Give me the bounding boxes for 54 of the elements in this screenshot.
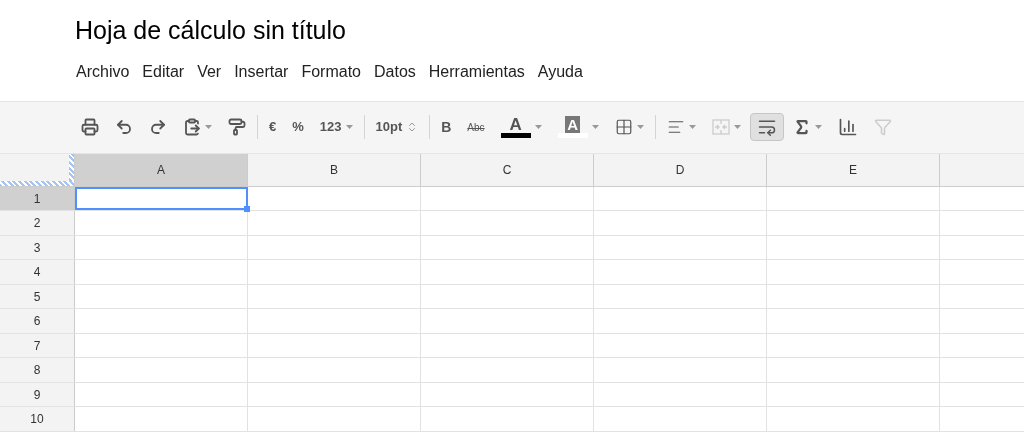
chart-icon xyxy=(837,117,858,138)
fillcolor-button[interactable]: A xyxy=(550,113,606,142)
paint-roller-icon xyxy=(228,118,246,137)
menu-item[interactable]: Herramientas xyxy=(422,59,531,84)
text-button[interactable]: € xyxy=(262,113,284,142)
row-header[interactable]: 9 xyxy=(0,383,75,407)
caret-icon xyxy=(205,125,212,130)
column-header[interactable]: B xyxy=(248,153,421,186)
column-header[interactable]: D xyxy=(594,153,767,186)
row-header[interactable]: 4 xyxy=(0,260,75,284)
wrap-button[interactable] xyxy=(749,113,784,142)
fill-handle[interactable] xyxy=(244,206,250,213)
textcolor-button[interactable]: A xyxy=(493,113,549,142)
caret-icon xyxy=(534,125,542,130)
column-header[interactable]: E xyxy=(767,153,940,186)
menu-item[interactable]: Ver xyxy=(191,59,228,84)
caret-icon xyxy=(688,125,696,130)
document-title[interactable]: Hoja de cálculo sin título xyxy=(75,16,346,44)
merge-cells-icon xyxy=(711,119,730,136)
caret-icon xyxy=(814,125,822,130)
wrap-text-icon xyxy=(756,117,777,138)
active-cell[interactable] xyxy=(75,187,248,211)
undo-icon xyxy=(115,118,133,137)
row-header[interactable]: 5 xyxy=(0,285,75,309)
column-header[interactable] xyxy=(940,153,1024,186)
row-header[interactable]: 3 xyxy=(0,236,75,260)
menu-item[interactable]: Ayuda xyxy=(531,59,589,84)
clipboard-icon xyxy=(183,118,201,137)
menu-item[interactable]: Editar xyxy=(136,59,191,84)
print-icon xyxy=(81,118,99,137)
borders-icon xyxy=(614,118,633,137)
row-header[interactable]: 8 xyxy=(0,358,75,382)
row-header[interactable]: 2 xyxy=(0,211,75,235)
menu-item[interactable]: Archivo xyxy=(70,59,136,84)
row-header[interactable]: 1 xyxy=(0,187,75,211)
redo-icon xyxy=(149,118,167,137)
caret-icon xyxy=(345,125,353,130)
strike-button[interactable]: Abc xyxy=(460,113,492,142)
caret-icon xyxy=(636,125,644,130)
caret-icon xyxy=(733,125,741,130)
column-header[interactable]: A xyxy=(75,153,248,186)
filter-icon xyxy=(873,118,892,137)
menu-item[interactable]: Datos xyxy=(368,59,422,84)
row-header[interactable]: 7 xyxy=(0,334,75,358)
row-header[interactable]: 6 xyxy=(0,309,75,333)
text-button[interactable]: 123 xyxy=(312,113,360,142)
caret-icon xyxy=(591,125,599,130)
size-button[interactable]: 10pt xyxy=(368,113,426,142)
text-button[interactable]: % xyxy=(285,113,311,142)
bold-button[interactable]: B xyxy=(434,113,459,142)
menu-item[interactable]: Insertar xyxy=(228,59,295,84)
menu-item[interactable]: Formato xyxy=(295,59,367,84)
row-header[interactable]: 10 xyxy=(0,407,75,431)
column-header[interactable]: C xyxy=(421,153,594,186)
